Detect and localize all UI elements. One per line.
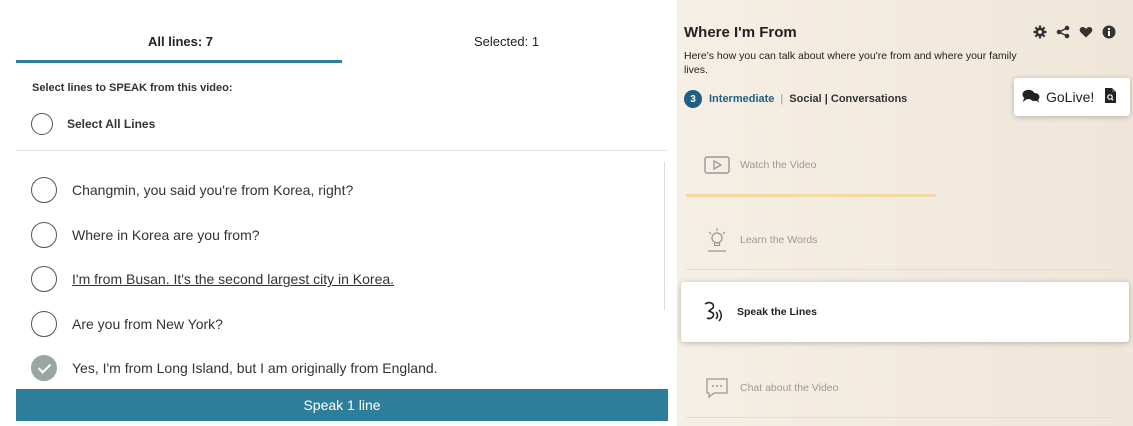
- line-text: Yes, I'm from Long Island, but I am orig…: [72, 360, 438, 377]
- category-label: Social | Conversations: [789, 93, 908, 105]
- tab-bar: All lines: 7 Selected: 1: [16, 0, 668, 64]
- line-text: Where in Korea are you from?: [72, 226, 260, 243]
- tab-selected[interactable]: Selected: 1: [474, 34, 539, 49]
- level-label[interactable]: Intermediate: [709, 93, 774, 105]
- heart-icon[interactable]: [1078, 24, 1093, 39]
- speaking-icon: [701, 299, 727, 325]
- list-item[interactable]: I'm from Busan. It's the second largest …: [31, 257, 438, 302]
- list-item[interactable]: Changmin, you said you're from Korea, ri…: [31, 168, 438, 213]
- speak-lines-button[interactable]: Speak 1 line: [16, 389, 668, 421]
- lesson-title: Where I'm From: [684, 24, 797, 41]
- info-icon[interactable]: [1101, 24, 1116, 39]
- line-text: Changmin, you said you're from Korea, ri…: [72, 182, 354, 199]
- lesson-meta: 3 Intermediate | Social | Conversations: [684, 90, 907, 108]
- line-radio[interactable]: [31, 221, 57, 248]
- list-item[interactable]: Where in Korea are you from?: [31, 213, 438, 258]
- line-selection-panel: All lines: 7 Selected: 1 Select lines to…: [0, 0, 677, 426]
- tab-all-lines[interactable]: All lines: 7: [148, 34, 213, 49]
- document-icon[interactable]: [1104, 88, 1117, 106]
- line-radio-checked[interactable]: [31, 355, 57, 382]
- step-learn-words[interactable]: Learn the Words: [686, 225, 1116, 255]
- lesson-description: Here's how you can talk about where you'…: [684, 50, 1017, 76]
- step-label: Learn the Words: [740, 234, 818, 246]
- step-label: Watch the Video: [740, 159, 817, 171]
- list-item[interactable]: Yes, I'm from Long Island, but I am orig…: [31, 346, 438, 391]
- divider: [686, 269, 1116, 270]
- select-all-row[interactable]: Select All Lines: [31, 113, 155, 135]
- step-label: Speak the Lines: [737, 306, 817, 318]
- select-all-radio[interactable]: [31, 113, 53, 135]
- chat-icon: [704, 375, 730, 401]
- line-radio[interactable]: [31, 266, 57, 293]
- share-icon[interactable]: [1055, 24, 1070, 39]
- scrollbar[interactable]: [664, 162, 665, 310]
- lesson-panel: Where I'm From Here's how you can talk a…: [677, 0, 1133, 426]
- active-tab-indicator: [16, 60, 342, 63]
- lesson-actions: [1032, 24, 1116, 39]
- line-radio[interactable]: [31, 177, 57, 204]
- gear-icon[interactable]: [1032, 24, 1047, 39]
- select-all-label: Select All Lines: [67, 117, 156, 131]
- line-radio[interactable]: [31, 310, 57, 337]
- progress-bar: [686, 194, 936, 197]
- play-video-icon: [704, 152, 730, 178]
- step-chat-video[interactable]: Chat about the Video: [686, 373, 1116, 403]
- line-list: Changmin, you said you're from Korea, ri…: [31, 168, 438, 391]
- step-speak-lines[interactable]: Speak the Lines: [681, 282, 1129, 342]
- divider: [16, 150, 668, 151]
- line-text: Are you from New York?: [72, 315, 223, 332]
- line-text: I'm from Busan. It's the second largest …: [72, 271, 395, 288]
- step-watch-video[interactable]: Watch the Video: [686, 150, 1116, 180]
- list-item[interactable]: Are you from New York?: [31, 302, 438, 347]
- golive-button[interactable]: GoLive!: [1014, 78, 1130, 116]
- level-badge: 3: [684, 90, 702, 108]
- divider: [686, 417, 1116, 418]
- chat-bubbles-icon: [1022, 89, 1040, 106]
- instruction-text: Select lines to SPEAK from this video:: [32, 82, 233, 94]
- lightbulb-icon: [704, 227, 730, 253]
- step-label: Chat about the Video: [740, 382, 839, 394]
- golive-label: GoLive!: [1046, 89, 1095, 105]
- separator: |: [780, 93, 784, 105]
